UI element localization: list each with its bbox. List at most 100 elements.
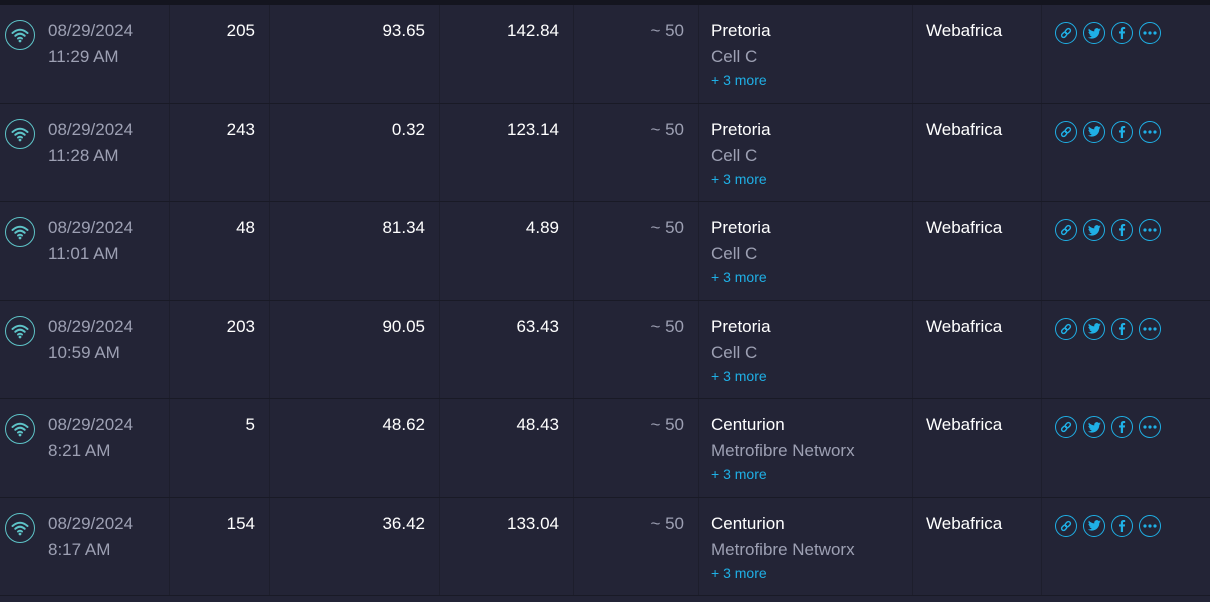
wifi-icon [5,20,35,50]
facebook-icon[interactable] [1111,22,1133,44]
result-row[interactable]: 08/29/2024 11:29 AM 205 93.65 142.84 ~ 5… [0,5,1210,104]
link-icon[interactable] [1055,219,1077,241]
isp-cell: Webafrica [913,202,1042,300]
facebook-icon[interactable] [1111,317,1133,340]
link-icon[interactable] [1055,22,1077,44]
wifi-icon [5,118,35,149]
more-icon[interactable] [1139,514,1161,537]
download-value: 81.34 [382,218,425,237]
ping-cell: 48 [170,202,270,300]
server-cell: Pretoria Cell C + 3 more [699,202,913,300]
more-icon[interactable] [1139,219,1161,241]
distance-cell: ~ 50 [574,399,699,497]
more-servers-link[interactable]: + 3 more [711,171,767,187]
wifi-icon [5,512,35,543]
result-row[interactable]: 08/29/2024 11:28 AM 243 0.32 123.14 ~ 50… [0,103,1210,202]
download-value: 90.05 [382,316,425,336]
result-row[interactable]: 08/29/2024 10:59 AM 203 90.05 63.43 ~ 50… [0,300,1210,399]
result-time: 11:29 AM [48,47,119,66]
result-row[interactable]: 08/29/2024 8:21 AM 5 48.62 48.43 ~ 50 Ce… [0,399,1210,498]
upload-cell: 123.14 [440,103,574,201]
facebook-icon[interactable] [1111,416,1133,438]
distance-value: ~ 50 [650,21,684,40]
upload-cell: 133.04 [440,497,574,595]
distance-value: ~ 50 [650,218,684,237]
server-city: Centurion [711,513,785,533]
connection-cell: 08/29/2024 10:59 AM [0,300,170,398]
share-cell [1042,5,1210,103]
server-sponsor: Cell C [711,342,758,362]
ping-value: 48 [236,218,255,237]
result-row[interactable]: 08/29/2024 8:17 AM 154 36.42 133.04 ~ 50… [0,497,1210,596]
isp-cell: Webafrica [913,497,1042,595]
more-servers-link[interactable]: + 3 more [711,466,767,482]
share-cell [1042,202,1210,300]
upload-value: 48.43 [516,415,559,434]
download-cell: 93.65 [270,5,440,103]
connection-cell: 08/29/2024 11:29 AM [0,5,170,103]
upload-cell: 63.43 [440,300,574,398]
download-value: 93.65 [382,21,425,40]
server-sponsor: Cell C [711,244,758,263]
distance-cell: ~ 50 [574,5,699,103]
twitter-icon[interactable] [1083,120,1105,143]
facebook-icon[interactable] [1111,514,1133,537]
more-icon[interactable] [1139,120,1161,143]
more-servers-link[interactable]: + 3 more [711,72,767,88]
wifi-icon [5,217,35,247]
more-servers-link[interactable]: + 3 more [711,565,767,581]
twitter-icon[interactable] [1083,317,1105,340]
distance-cell: ~ 50 [574,202,699,300]
more-servers-link[interactable]: + 3 more [711,269,767,285]
isp-name: Webafrica [926,119,1003,139]
result-time: 8:21 AM [48,441,111,460]
ping-value: 203 [226,316,255,336]
link-icon[interactable] [1055,317,1077,340]
result-time: 10:59 AM [48,342,120,362]
server-sponsor: Cell C [711,145,758,165]
server-sponsor: Metrofibre Networx [711,539,855,559]
link-icon[interactable] [1055,514,1077,537]
upload-value: 133.04 [507,513,559,533]
more-icon[interactable] [1139,22,1161,44]
facebook-icon[interactable] [1111,219,1133,241]
share-icons [1055,514,1161,537]
link-icon[interactable] [1055,416,1077,438]
server-sponsor: Metrofibre Networx [711,441,855,460]
result-time: 11:01 AM [48,244,119,263]
distance-value: ~ 50 [650,316,684,336]
download-value: 0.32 [391,119,425,139]
download-cell: 90.05 [270,300,440,398]
twitter-icon[interactable] [1083,22,1105,44]
upload-cell: 4.89 [440,202,574,300]
twitter-icon[interactable] [1083,416,1105,438]
server-city: Pretoria [711,119,771,139]
server-city: Pretoria [711,21,771,40]
connection-cell: 08/29/2024 11:28 AM [0,103,170,201]
more-servers-link[interactable]: + 3 more [711,368,767,384]
share-cell [1042,301,1210,399]
more-icon[interactable] [1139,317,1161,340]
twitter-icon[interactable] [1083,219,1105,241]
server-city: Pretoria [711,316,771,336]
server-cell: Centurion Metrofibre Networx + 3 more [699,399,913,497]
results-table: 08/29/2024 11:29 AM 205 93.65 142.84 ~ 5… [0,5,1210,596]
result-row[interactable]: 08/29/2024 11:01 AM 48 81.34 4.89 ~ 50 P… [0,202,1210,301]
server-cell: Pretoria Cell C + 3 more [699,103,913,201]
upload-cell: 142.84 [440,5,574,103]
distance-value: ~ 50 [650,415,684,434]
twitter-icon[interactable] [1083,514,1105,537]
server-cell: Pretoria Cell C + 3 more [699,5,913,103]
isp-cell: Webafrica [913,5,1042,103]
share-cell [1042,399,1210,497]
distance-cell: ~ 50 [574,497,699,595]
download-cell: 48.62 [270,399,440,497]
facebook-icon[interactable] [1111,120,1133,143]
ping-value: 5 [245,415,255,434]
more-icon[interactable] [1139,416,1161,438]
link-icon[interactable] [1055,120,1077,143]
server-city: Pretoria [711,218,771,237]
server-sponsor: Cell C [711,47,758,66]
upload-value: 123.14 [507,119,559,139]
distance-value: ~ 50 [650,513,684,533]
